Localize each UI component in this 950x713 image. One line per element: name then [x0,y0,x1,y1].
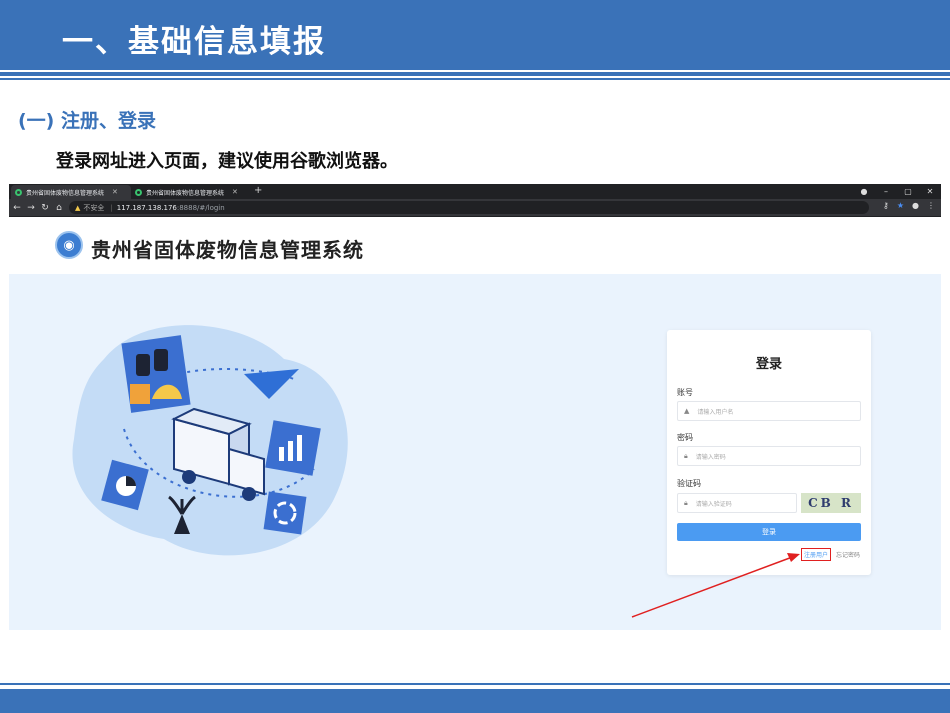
favicon-icon [135,188,142,196]
toolbar-actions: ⚷ ★ ● ⋮ [883,201,935,210]
header-divider-thin [0,78,950,80]
barrel-icon [154,349,168,371]
bookmark-star-icon[interactable]: ★ [897,201,904,210]
account-placeholder: 请输入用户名 [697,408,734,416]
user-icon: ▲ [684,407,690,415]
favicon-icon [15,188,22,196]
slide-footer-band [0,689,950,713]
address-bar[interactable]: ▲ 不安全 | 117.187.138.176 :8888/#/login [69,201,869,214]
login-page: 登录 账号 ▲ 请输入用户名 密码 🔒︎ 请输入密码 验证码 🔒︎ 请输入验证码… [9,274,941,630]
login-title: 登录 [755,357,782,372]
account-icon[interactable]: ● [912,201,919,210]
captcha-image[interactable]: CB R [801,493,861,513]
bar-icon [297,435,302,461]
security-label: 不安全 [83,203,105,212]
browser-toolbar: ← → ↻ ⌂ ▲ 不安全 | 117.187.138.176 :8888/#/… [9,199,941,216]
captcha-input[interactable]: 🔒︎ 请输入验证码 [677,493,797,513]
account-label: 账号 [677,388,693,397]
register-link[interactable]: 注册用户 [801,548,832,561]
menu-icon[interactable]: ⋮ [927,201,935,210]
slide: 一、基础信息填报 (一) 注册、登录 登录网址进入页面，建议使用谷歌浏览器。 贵… [0,0,950,713]
tab-label: 贵州省固体废物信息管理系统 [26,189,105,197]
barrel-icon [136,354,150,376]
key-icon[interactable]: ⚷ [883,201,889,210]
browser-tab-1[interactable]: 贵州省固体废物信息管理系统 ✕ [11,185,131,199]
instruction-note: 登录网址进入页面，建议使用谷歌浏览器。 [56,151,398,172]
home-icon[interactable]: ⌂ [53,203,65,213]
minimize-icon[interactable]: – [875,184,897,199]
bar-icon [279,447,284,461]
address-host: 117.187.138.176 [116,203,177,212]
maximize-icon[interactable]: ▢ [897,184,919,199]
bar-icon [288,441,293,461]
tab-label: 贵州省固体废物信息管理系统 [146,189,225,197]
captcha-placeholder: 请输入验证码 [695,500,732,508]
login-links: 注册用户 忘记密码 [801,548,860,561]
footer-divider [0,683,950,685]
close-tab-icon[interactable]: ✕ [112,188,118,196]
reload-icon[interactable]: ↻ [39,203,51,213]
password-label: 密码 [677,433,693,442]
slide-header-band: 一、基础信息填报 [0,0,950,70]
address-path: :8888/#/login [176,203,225,212]
browser-tab-2[interactable]: 贵州省固体废物信息管理系统 ✕ [131,185,251,199]
account-input[interactable]: ▲ 请输入用户名 [677,401,861,421]
section-title: (一) 注册、登录 [18,110,156,132]
app-title: 贵州省固体废物信息管理系统 [91,238,364,262]
new-tab-icon[interactable]: + [254,185,262,196]
profile-icon[interactable]: ● [853,184,875,199]
close-tab-icon[interactable]: ✕ [232,188,238,196]
lock-icon: 🔒︎ [684,451,688,460]
header-divider [0,72,950,76]
logistics-illustration [72,325,348,556]
slide-header-title: 一、基础信息填报 [62,24,326,60]
address-separator: | [110,203,113,212]
warning-icon: ▲ [75,203,81,212]
app-logo-icon: ◉ [55,231,83,259]
lock-icon: 🔒︎ [684,498,688,507]
forward-icon[interactable]: → [25,203,37,213]
recycle-card [263,491,307,535]
close-window-icon[interactable]: ✕ [919,184,941,199]
password-input[interactable]: 🔒︎ 请输入密码 [677,446,861,466]
captcha-label: 验证码 [677,479,701,488]
back-icon[interactable]: ← [11,203,23,213]
window-controls: ● – ▢ ✕ [853,184,941,199]
password-placeholder: 请输入密码 [695,453,726,461]
browser-window: 贵州省固体废物信息管理系统 ✕ 贵州省固体废物信息管理系统 ✕ + ● – ▢ … [9,184,941,217]
login-card: 登录 账号 ▲ 请输入用户名 密码 🔒︎ 请输入密码 验证码 🔒︎ 请输入验证码… [667,330,871,575]
box-icon [130,384,150,404]
forgot-password-link[interactable]: 忘记密码 [836,550,860,561]
login-button[interactable]: 登录 [677,523,861,541]
tab-strip: 贵州省固体废物信息管理系统 ✕ 贵州省固体废物信息管理系统 ✕ + ● – ▢ … [9,184,941,199]
